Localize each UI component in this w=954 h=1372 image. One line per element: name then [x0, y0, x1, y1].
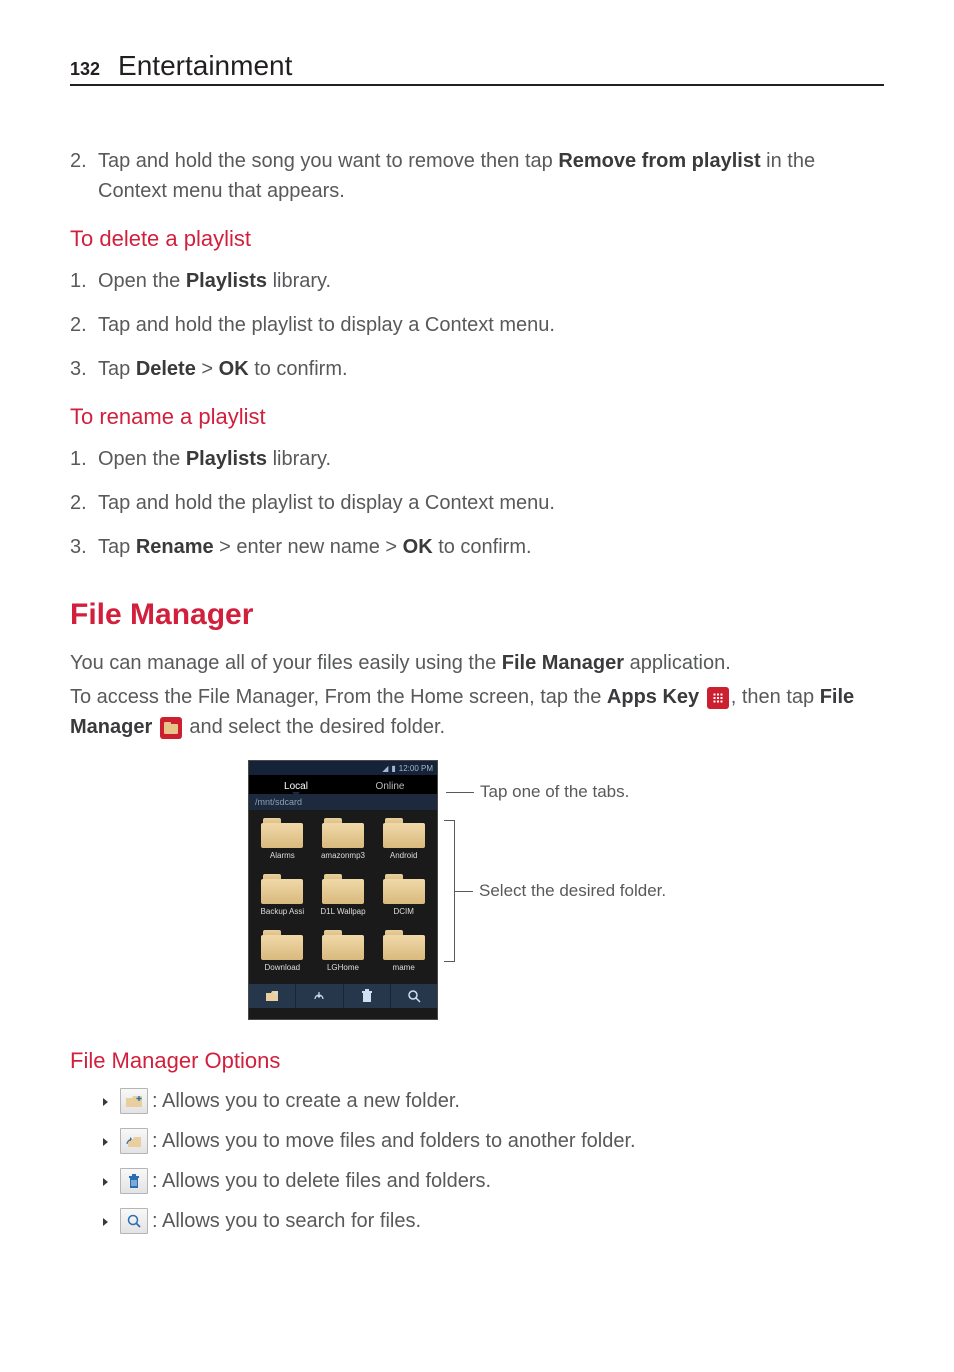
folder-item[interactable]: mame [374, 930, 433, 980]
folder-item[interactable]: Download [253, 930, 312, 980]
folder-icon [261, 930, 303, 960]
section-title-file-manager: File Manager [70, 598, 884, 632]
phone-screenshot: ◢ ▮ 12:00 PM Local Online /mnt/sdcard Al… [248, 760, 438, 1020]
file-manager-figure: ◢ ▮ 12:00 PM Local Online /mnt/sdcard Al… [70, 760, 884, 1020]
new-folder-icon [120, 1088, 148, 1114]
heading-delete-playlist: To delete a playlist [70, 226, 884, 252]
bottom-bar [249, 984, 437, 1008]
option-delete: : Allows you to delete files and folders… [102, 1168, 884, 1194]
wifi-icon: ◢ [382, 764, 388, 773]
folder-item[interactable]: LGHome [314, 930, 373, 980]
option-text: : Allows you to create a new folder. [152, 1090, 460, 1113]
folder-icon [261, 818, 303, 848]
status-bar: ◢ ▮ 12:00 PM [249, 761, 437, 775]
tab-online[interactable]: Online [343, 775, 437, 794]
folder-item[interactable]: Backup Assi [253, 874, 312, 924]
rename-step-3: 3. Tap Rename > enter new name > OK to c… [70, 532, 884, 562]
caret-icon [102, 1090, 112, 1113]
folder-icon [322, 874, 364, 904]
folder-item[interactable]: Alarms [253, 818, 312, 868]
fm-intro-1: You can manage all of your files easily … [70, 648, 884, 678]
option-text: : Allows you to move files and folders t… [152, 1130, 636, 1153]
step-number: 2. [70, 146, 98, 206]
page-header: 132 Entertainment [70, 50, 884, 86]
heading-file-manager-options: File Manager Options [70, 1048, 884, 1074]
new-folder-button[interactable] [249, 984, 296, 1008]
caret-icon [102, 1130, 112, 1153]
page-number: 132 [70, 59, 100, 80]
signal-icon: ▮ [391, 764, 395, 773]
folder-icon [383, 818, 425, 848]
delete-step-1: 1. Open the Playlists library. [70, 266, 884, 296]
option-search: : Allows you to search for files. [102, 1208, 884, 1234]
clock-text: 12:00 PM [399, 764, 433, 773]
path-bar: /mnt/sdcard [249, 794, 437, 810]
search-icon [120, 1208, 148, 1234]
apps-key-icon [707, 687, 729, 709]
remove-step-2: 2. Tap and hold the song you want to rem… [70, 146, 884, 206]
option-new-folder: : Allows you to create a new folder. [102, 1088, 884, 1114]
option-move: : Allows you to move files and folders t… [102, 1128, 884, 1154]
caret-icon [102, 1210, 112, 1233]
tab-local[interactable]: Local [249, 775, 343, 794]
folder-grid: Alarms amazonmp3 Android Backup Assi D1L… [249, 810, 437, 984]
folder-icon [261, 874, 303, 904]
folder-item[interactable]: amazonmp3 [314, 818, 373, 868]
delete-button[interactable] [344, 984, 391, 1008]
move-button[interactable] [296, 984, 343, 1008]
search-button[interactable] [391, 984, 437, 1008]
folder-icon [322, 930, 364, 960]
fm-intro-2: To access the File Manager, From the Hom… [70, 682, 884, 742]
callout-tabs: Tap one of the tabs. [480, 782, 629, 802]
tabs-row: Local Online [249, 775, 437, 794]
option-text: : Allows you to delete files and folders… [152, 1170, 491, 1193]
folder-item[interactable]: D1L Wallpap [314, 874, 373, 924]
folder-icon [383, 930, 425, 960]
move-icon [120, 1128, 148, 1154]
delete-icon [120, 1168, 148, 1194]
delete-step-3: 3. Tap Delete > OK to confirm. [70, 354, 884, 384]
folder-item[interactable]: Android [374, 818, 433, 868]
chapter-title: Entertainment [118, 50, 292, 82]
delete-step-2: 2. Tap and hold the playlist to display … [70, 310, 884, 340]
folder-icon [383, 874, 425, 904]
caret-icon [102, 1170, 112, 1193]
option-text: : Allows you to search for files. [152, 1210, 421, 1233]
folder-icon [322, 818, 364, 848]
heading-rename-playlist: To rename a playlist [70, 404, 884, 430]
step-text: Tap and hold the song you want to remove… [98, 146, 884, 206]
rename-step-2: 2. Tap and hold the playlist to display … [70, 488, 884, 518]
folder-item[interactable]: DCIM [374, 874, 433, 924]
file-manager-icon [160, 717, 182, 739]
callout-select-folder: Select the desired folder. [479, 881, 666, 901]
rename-step-1: 1. Open the Playlists library. [70, 444, 884, 474]
